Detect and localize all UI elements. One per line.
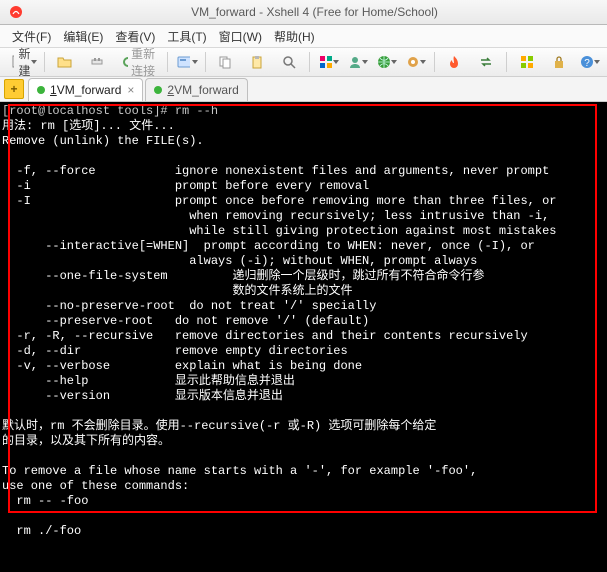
terminal-line: -v, --verbose explain what is being done <box>2 359 362 373</box>
search-icon <box>282 55 296 69</box>
terminal-line: rm ./-foo <box>2 524 81 538</box>
status-dot-icon <box>37 86 45 94</box>
toolbar-separator <box>434 52 435 72</box>
menu-file[interactable]: 文件(F) <box>6 26 57 47</box>
user-button[interactable] <box>344 50 371 74</box>
new-session-button[interactable]: 新建 <box>4 50 39 74</box>
xftp-button[interactable] <box>471 50 501 74</box>
terminal-line: --help 显示此帮助信息并退出 <box>2 374 295 388</box>
folder-open-icon <box>57 55 73 69</box>
terminal-line: -f, --force ignore nonexistent files and… <box>2 164 549 178</box>
dropdown-caret-icon <box>30 51 38 73</box>
lock-button[interactable] <box>544 50 574 74</box>
copy-button[interactable] <box>210 50 240 74</box>
dropdown-caret-icon <box>419 51 428 73</box>
reconnect-button[interactable]: 重新连接 <box>114 50 162 74</box>
toolbar-separator <box>205 52 206 72</box>
terminal-line: use one of these commands: <box>2 479 189 493</box>
card-icon <box>177 55 191 69</box>
tab-accelerator: 2 <box>167 83 174 97</box>
terminal-line: when removing recursively; less intrusiv… <box>2 209 549 223</box>
globe-icon <box>377 55 390 69</box>
plug-icon <box>90 55 104 69</box>
help-icon: ? <box>580 55 593 69</box>
close-tab-icon[interactable]: × <box>127 83 134 97</box>
terminal-line: -i prompt before every removal <box>2 179 369 193</box>
xshell-button[interactable] <box>439 50 469 74</box>
menu-view[interactable]: 查看(V) <box>109 26 161 47</box>
new-file-icon <box>11 55 14 69</box>
menu-edit[interactable]: 编辑(E) <box>57 26 109 47</box>
dropdown-caret-icon <box>593 51 602 73</box>
terminal-line: --interactive[=WHEN] prompt according to… <box>2 239 535 253</box>
new-session-label: 新建 <box>18 45 30 79</box>
session-tab-2[interactable]: 2 VM_forward <box>145 78 247 101</box>
window-title: VM_forward - Xshell 4 (Free for Home/Sch… <box>30 5 599 19</box>
connect-button[interactable] <box>82 50 112 74</box>
tab-accelerator: 1 <box>50 83 57 97</box>
tools-button[interactable] <box>402 50 429 74</box>
terminal-pane[interactable]: [root@localhost tools]# rm --h 用法: rm [选… <box>0 102 607 572</box>
terminal-line: --preserve-root do not remove '/' (defau… <box>2 314 369 328</box>
status-dot-icon <box>154 86 162 94</box>
reconnect-icon <box>121 55 128 69</box>
menu-help[interactable]: 帮助(H) <box>268 26 321 47</box>
find-button[interactable] <box>274 50 304 74</box>
terminal-output: [root@localhost tools]# rm --h 用法: rm [选… <box>2 104 607 539</box>
terminal-line: 数的文件系统上的文件 <box>2 284 352 298</box>
terminal-line: 的目录，以及其下所有的内容。 <box>2 434 170 448</box>
lock-icon <box>552 55 566 69</box>
palette-icon <box>319 55 332 69</box>
tab-label: VM_forward <box>174 83 239 97</box>
window-titlebar: VM_forward - Xshell 4 (Free for Home/Sch… <box>0 0 607 25</box>
terminal-line: while still giving protection against mo… <box>2 224 557 238</box>
dropdown-caret-icon <box>390 51 399 73</box>
menu-tools[interactable]: 工具(T) <box>161 26 212 47</box>
grid-icon <box>520 55 534 69</box>
user-icon <box>348 55 361 69</box>
dropdown-caret-icon <box>361 51 370 73</box>
tab-label: VM_forward <box>57 83 122 97</box>
terminal-line: rm -- -foo <box>2 494 88 508</box>
terminal-line: [root@localhost tools]# rm --h <box>2 104 218 118</box>
terminal-line: -r, -R, --recursive remove directories a… <box>2 329 528 343</box>
terminal-line: always (-i); without WHEN, prompt always <box>2 254 477 268</box>
session-tab-1[interactable]: 1 VM_forward × <box>28 78 143 101</box>
menu-window[interactable]: 窗口(W) <box>213 26 268 47</box>
paste-icon <box>250 55 264 69</box>
new-tab-button[interactable]: + <box>4 79 24 99</box>
profile-button[interactable] <box>173 50 200 74</box>
dropdown-caret-icon <box>190 51 198 73</box>
terminal-line: --no-preserve-root do not treat '/' spec… <box>2 299 376 313</box>
help-button[interactable]: ? <box>576 50 603 74</box>
session-tabstrip: + 1 VM_forward × 2 VM_forward <box>0 77 607 102</box>
terminal-line: 用法: rm [选项]... 文件... <box>2 119 175 133</box>
tile-button[interactable] <box>512 50 542 74</box>
toolbar-separator <box>506 52 507 72</box>
terminal-line: -I prompt once before removing more than… <box>2 194 557 208</box>
palette-button[interactable] <box>315 50 342 74</box>
terminal-line: Remove (unlink) the FILE(s). <box>2 134 204 148</box>
svg-text:?: ? <box>584 58 590 69</box>
terminal-line: To remove a file whose name starts with … <box>2 464 477 478</box>
toolbar: 新建 重新连接 ? <box>0 48 607 77</box>
open-button[interactable] <box>50 50 80 74</box>
terminal-line: --one-file-system 递归删除一个层级时，跳过所有不符合命令行参 <box>2 269 484 283</box>
copy-icon <box>218 55 232 69</box>
toolbar-separator <box>167 52 168 72</box>
transfer-icon <box>479 55 493 69</box>
terminal-line: --version 显示版本信息并退出 <box>2 389 283 403</box>
dropdown-caret-icon <box>332 51 341 73</box>
paste-button[interactable] <box>242 50 272 74</box>
toolbar-separator <box>44 52 45 72</box>
reconnect-label: 重新连接 <box>131 45 155 79</box>
menubar: 文件(F) 编辑(E) 查看(V) 工具(T) 窗口(W) 帮助(H) <box>0 25 607 48</box>
gear-icon <box>406 55 419 69</box>
flame-icon <box>447 55 461 69</box>
toolbar-separator <box>309 52 310 72</box>
globe-button[interactable] <box>373 50 400 74</box>
terminal-line: 默认时，rm 不会删除目录。使用--recursive(-r 或-R) 选项可删… <box>2 419 436 433</box>
terminal-line: -d, --dir remove empty directories <box>2 344 348 358</box>
app-icon <box>8 4 24 20</box>
